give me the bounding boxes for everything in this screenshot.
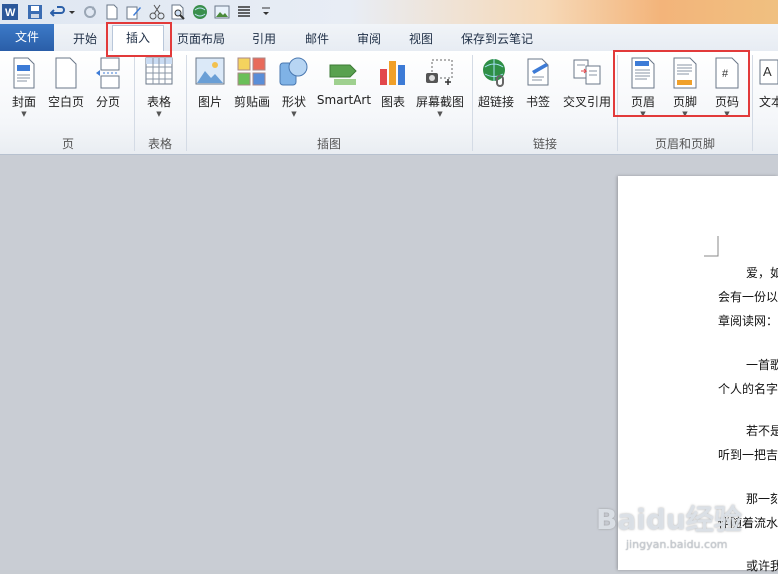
doc-line: 个人的名字 xyxy=(718,382,778,396)
page-break-label: 分页 xyxy=(95,95,120,109)
group-label-illustrations: 插图 xyxy=(316,137,341,151)
shapes-label: 形状 xyxy=(281,95,306,109)
align-icon[interactable] xyxy=(236,4,252,20)
group-label-page: 页 xyxy=(61,137,74,151)
chevron-down-icon: ▼ xyxy=(156,110,162,118)
hyperlink-button[interactable]: 超链接 xyxy=(476,55,516,133)
cover-page-icon xyxy=(13,57,35,89)
doc-line: 会有一份以 xyxy=(718,290,778,304)
text-box-button[interactable]: A 文本 xyxy=(756,55,778,133)
doc-line: 一首歌 xyxy=(746,358,778,372)
tab-view[interactable]: 视图 xyxy=(400,27,442,51)
quick-access-toolbar: W xyxy=(0,0,778,24)
cut-icon[interactable] xyxy=(149,4,165,20)
watermark-url: jingyan.baidu.com xyxy=(626,538,728,551)
print-preview-icon[interactable] xyxy=(170,4,186,20)
new-icon[interactable] xyxy=(104,4,120,20)
picture-button[interactable]: 图片 xyxy=(192,55,228,133)
edit-icon[interactable] xyxy=(126,4,142,20)
group-label-header-footer: 页眉和页脚 xyxy=(654,137,715,151)
cover-page-button[interactable]: 封面 ▼ xyxy=(6,55,42,133)
picture-icon xyxy=(195,57,225,85)
group-label-links: 链接 xyxy=(532,137,557,151)
shapes-button[interactable]: 形状 ▼ xyxy=(276,55,312,133)
chart-button[interactable]: 图表 xyxy=(376,55,410,133)
chevron-down-icon: ▼ xyxy=(21,110,27,118)
doc-line: 若不是 xyxy=(746,424,778,438)
svg-text:W: W xyxy=(5,7,16,19)
group-divider xyxy=(186,55,187,151)
tab-save-to-cloud-note[interactable]: 保存到云笔记 xyxy=(452,27,542,51)
chart-label: 图表 xyxy=(380,95,405,109)
text-box-icon: A xyxy=(759,59,778,85)
picture-icon[interactable] xyxy=(214,4,230,20)
table-label: 表格 xyxy=(146,95,171,109)
group-divider xyxy=(134,55,135,151)
web-icon[interactable] xyxy=(192,4,208,20)
margin-corner-mark xyxy=(704,236,719,257)
doc-line: 章阅读网： xyxy=(718,314,778,328)
blank-page-label: 空白页 xyxy=(47,95,84,109)
clip-art-icon xyxy=(237,57,266,86)
smartart-label: SmartArt xyxy=(316,93,372,107)
bookmark-icon xyxy=(527,58,549,86)
cross-reference-label: 交叉引用 xyxy=(562,95,611,109)
group-label-table: 表格 xyxy=(147,137,172,151)
cover-page-label: 封面 xyxy=(11,95,36,109)
clip-art-label: 剪贴画 xyxy=(233,95,270,109)
cross-reference-button[interactable]: 交叉引用 xyxy=(560,55,614,133)
group-divider xyxy=(752,55,753,151)
bookmark-button[interactable]: 书签 xyxy=(520,55,556,133)
highlight-header-footer-group xyxy=(613,50,750,117)
doc-line: 爱，如 xyxy=(746,266,778,280)
chevron-down-icon: ▼ xyxy=(437,110,443,118)
hyperlink-label: 超链接 xyxy=(477,95,514,109)
tab-review[interactable]: 审阅 xyxy=(348,27,390,51)
tab-home[interactable]: 开始 xyxy=(62,27,108,51)
bookmark-label: 书签 xyxy=(525,95,550,109)
highlight-insert-tab xyxy=(106,22,172,57)
tab-file[interactable]: 文件 xyxy=(0,24,54,51)
group-divider xyxy=(472,55,473,151)
watermark-brand: Baidu经验 xyxy=(596,503,742,536)
hyperlink-icon xyxy=(483,59,505,87)
page-break-button[interactable]: 分页 xyxy=(90,55,126,133)
table-icon xyxy=(145,57,173,85)
chevron-down-icon: ▼ xyxy=(291,110,297,118)
redo-icon[interactable] xyxy=(82,4,98,20)
table-button[interactable]: 表格 ▼ xyxy=(140,55,178,133)
word-icon[interactable]: W xyxy=(2,4,18,20)
tab-mailings[interactable]: 邮件 xyxy=(296,27,338,51)
chart-icon xyxy=(380,61,405,85)
smartart-button[interactable]: SmartArt xyxy=(316,55,372,133)
shapes-icon xyxy=(279,57,308,86)
cross-reference-icon xyxy=(573,59,601,85)
picture-label: 图片 xyxy=(197,95,222,109)
blank-page-button[interactable]: 空白页 xyxy=(46,55,86,133)
doc-line: 听到一把吉 xyxy=(718,448,778,462)
undo-icon[interactable] xyxy=(49,4,66,20)
text-box-label: 文本 xyxy=(759,95,778,109)
customize-icon[interactable] xyxy=(260,4,272,20)
page-break-icon xyxy=(96,57,120,89)
screenshot-icon xyxy=(426,59,453,85)
save-icon[interactable] xyxy=(27,4,43,20)
screenshot-button[interactable]: 屏幕截图 ▼ xyxy=(414,55,466,133)
smartart-icon xyxy=(329,64,357,85)
svg-text:A: A xyxy=(763,64,772,79)
undo-dropdown-icon[interactable] xyxy=(68,4,76,20)
tab-references[interactable]: 引用 xyxy=(244,27,284,51)
clip-art-button[interactable]: 剪贴画 xyxy=(232,55,272,133)
tab-page-layout[interactable]: 页面布局 xyxy=(168,27,234,51)
baidu-watermark: Baidu经验 jingyan.baidu.com xyxy=(596,492,778,570)
blank-page-icon xyxy=(55,57,77,89)
screenshot-label: 屏幕截图 xyxy=(415,95,464,109)
